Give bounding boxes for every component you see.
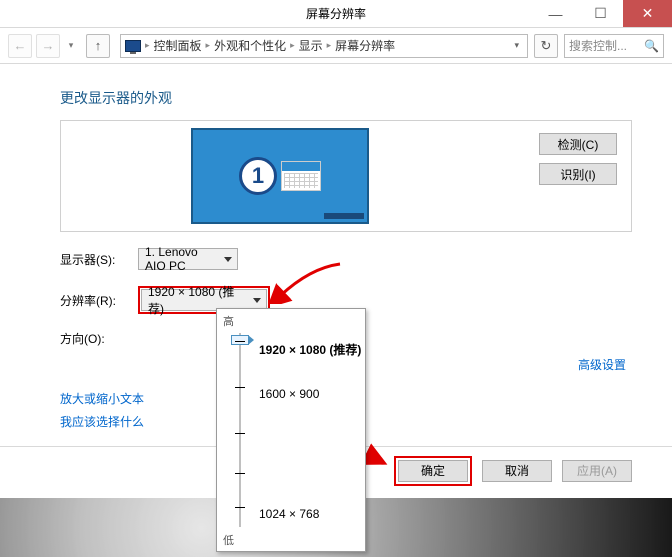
display-preview: 1 检测(C) 识别(I) — [60, 120, 632, 232]
chevron-right-icon: ▸ — [327, 40, 332, 51]
slider-high-label: 高 — [223, 313, 234, 329]
ok-button[interactable]: 确定 — [398, 460, 468, 482]
nav-up-button[interactable]: ↑ — [86, 34, 110, 58]
apply-button[interactable]: 应用(A) — [562, 460, 632, 482]
slider-tick — [235, 341, 245, 342]
resolution-option[interactable]: 1920 × 1080 (推荐) — [259, 341, 361, 358]
chevron-right-icon: ▸ — [206, 40, 211, 51]
display-row: 显示器(S): 1. Lenovo AIO PC — [60, 248, 632, 270]
display-thumbnail[interactable]: 1 — [191, 128, 369, 224]
slider-track — [239, 333, 241, 527]
breadcrumb-item[interactable]: 屏幕分辨率 — [335, 37, 395, 54]
slider-thumb[interactable] — [231, 335, 249, 345]
arrow-left-icon: ← — [14, 38, 27, 53]
address-dropdown-icon[interactable]: ▾ — [510, 40, 523, 51]
addressbar[interactable]: ▸ 控制面板 ▸ 外观和个性化 ▸ 显示 ▸ 屏幕分辨率 ▾ — [120, 34, 528, 58]
refresh-button[interactable]: ↻ — [534, 34, 558, 58]
breadcrumb-item[interactable]: 外观和个性化 — [214, 37, 286, 54]
help-links: 放大或缩小文本 我应该选择什么 — [60, 390, 144, 430]
display-select[interactable]: 1. Lenovo AIO PC — [138, 248, 238, 270]
back-button[interactable]: ← — [8, 34, 32, 58]
slider-low-label: 低 — [223, 532, 234, 548]
monitor-icon — [125, 40, 141, 52]
display-number-badge: 1 — [239, 157, 277, 195]
slider-tick — [235, 433, 245, 434]
close-button[interactable]: ✕ — [623, 0, 672, 27]
display-label: 显示器(S): — [60, 251, 138, 268]
breadcrumb-item[interactable]: 控制面板 — [154, 37, 202, 54]
slider-tick — [235, 507, 245, 508]
chevron-right-icon: ▸ — [145, 40, 150, 51]
minimize-button[interactable]: — — [533, 0, 578, 27]
refresh-icon: ↻ — [541, 38, 552, 54]
resolution-option[interactable]: 1600 × 900 — [259, 387, 319, 401]
identify-button[interactable]: 识别(I) — [539, 163, 617, 185]
search-placeholder: 搜索控制... — [569, 37, 627, 54]
cancel-button[interactable]: 取消 — [482, 460, 552, 482]
zoom-text-link[interactable]: 放大或缩小文本 — [60, 390, 144, 407]
search-input[interactable]: 搜索控制... 🔍 — [564, 34, 664, 58]
nav-history-dropdown[interactable]: ▾ — [64, 34, 78, 58]
what-choose-link[interactable]: 我应该选择什么 — [60, 413, 144, 430]
advanced-settings-link[interactable]: 高级设置 — [578, 356, 626, 373]
search-icon: 🔍 — [644, 39, 659, 53]
navbar: ← → ▾ ↑ ▸ 控制面板 ▸ 外观和个性化 ▸ 显示 ▸ 屏幕分辨率 ▾ ↻… — [0, 28, 672, 64]
resolution-option[interactable]: 1024 × 768 — [259, 507, 319, 521]
window-controls: — ☐ ✕ — [533, 0, 672, 27]
arrow-right-icon: → — [42, 38, 55, 53]
display-select-value: 1. Lenovo AIO PC — [145, 245, 219, 273]
page-heading: 更改显示器的外观 — [60, 88, 632, 108]
slider-tick — [235, 473, 245, 474]
detect-button[interactable]: 检测(C) — [539, 133, 617, 155]
chevron-right-icon: ▸ — [290, 40, 295, 51]
ok-highlight: 确定 — [394, 456, 472, 486]
breadcrumb-item[interactable]: 显示 — [299, 37, 323, 54]
titlebar: 屏幕分辨率 — ☐ ✕ — [0, 0, 672, 28]
resolution-slider[interactable] — [231, 333, 249, 527]
resolution-label: 分辨率(R): — [60, 292, 138, 309]
slider-tick — [235, 387, 245, 388]
orientation-label: 方向(O): — [60, 330, 138, 347]
forward-button[interactable]: → — [36, 34, 60, 58]
content: 更改显示器的外观 1 检测(C) 识别(I) 显示器(S): 1. Lenovo… — [0, 64, 672, 347]
maximize-button[interactable]: ☐ — [578, 0, 623, 27]
display-grid-icon — [281, 161, 321, 191]
resolution-dropdown[interactable]: 高 1920 × 1080 (推荐) 1600 × 900 1024 × 768… — [216, 308, 366, 552]
arrow-up-icon: ↑ — [95, 38, 102, 53]
